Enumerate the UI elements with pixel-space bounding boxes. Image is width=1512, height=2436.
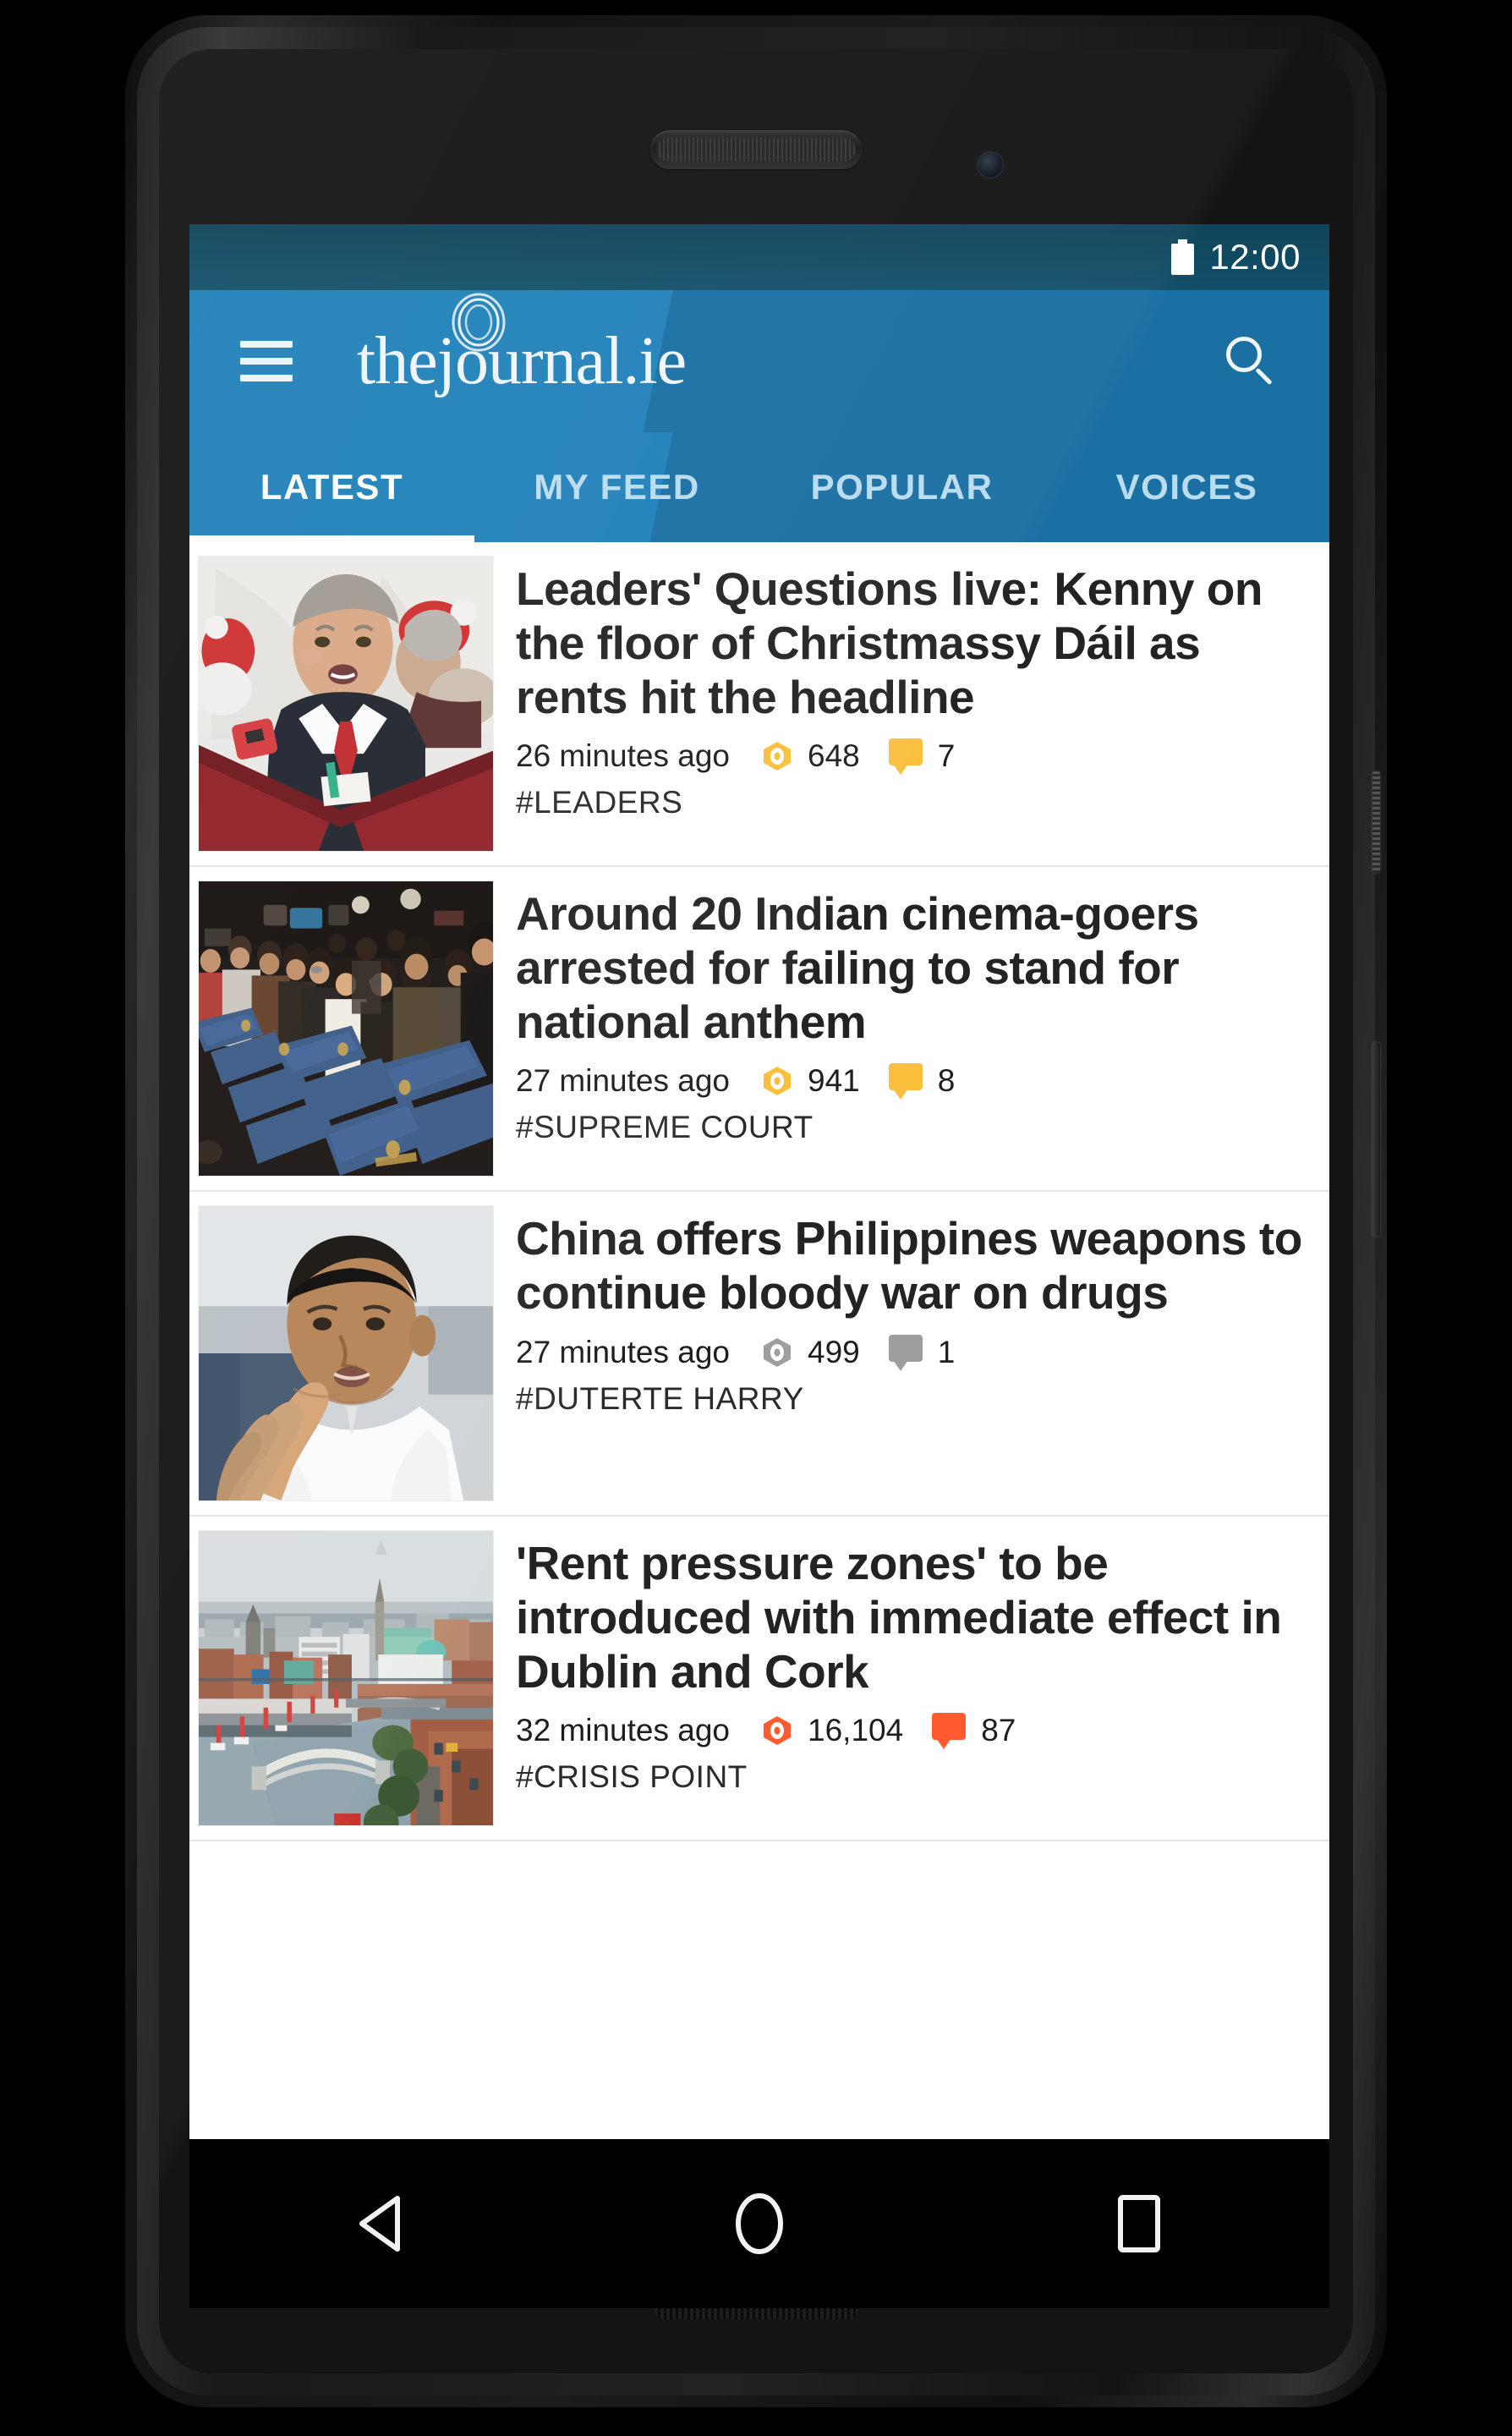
article-meta: 27 minutes ago 499 1: [516, 1334, 1304, 1371]
article-thumbnail: [198, 1205, 494, 1501]
article-views-group: 16,104: [759, 1712, 903, 1749]
article-comment-count: 8: [937, 1063, 956, 1099]
tab-bar: LATEST MY FEED POPULAR VOICES: [189, 432, 1329, 542]
eye-views-icon: [764, 1337, 792, 1367]
article-tag[interactable]: #DUTERTE HARRY: [516, 1381, 1304, 1417]
article-headline: 'Rent pressure zones' to be introduced w…: [516, 1537, 1282, 1698]
eye-views-icon: [764, 1067, 792, 1096]
article-tag[interactable]: #SUPREME COURT: [516, 1110, 1304, 1145]
article-content: Around 20 Indian cinema-goers arrested f…: [494, 881, 1329, 1190]
power-button[interactable]: [1372, 771, 1380, 873]
article-tag[interactable]: #LEADERS: [516, 785, 1304, 820]
tab-voices-label: VOICES: [1115, 467, 1258, 507]
eye-views-icon: [764, 742, 792, 771]
home-circle-icon: [735, 2193, 783, 2254]
nav-back-button[interactable]: [295, 2177, 464, 2270]
article-thumbnail: [198, 881, 494, 1177]
brand-logo-o-letter: o: [454, 323, 489, 398]
brand-logo-o-glyph: o: [452, 293, 506, 400]
battery-full-icon: [1171, 239, 1195, 275]
article-headline: Leaders' Questions live: Kenny on the fl…: [516, 562, 1263, 723]
article-meta: 26 minutes ago 648 7: [516, 738, 1304, 776]
article-comment-count: 87: [981, 1713, 1016, 1748]
article-views-group: 941: [759, 1062, 860, 1100]
cinema-audience-photo: [199, 881, 493, 1176]
article-content: 'Rent pressure zones' to be introduced w…: [494, 1530, 1329, 1840]
article-tag[interactable]: #CRISIS POINT: [516, 1759, 1304, 1795]
article-view-count: 16,104: [808, 1713, 904, 1748]
duterte-photo: [199, 1206, 493, 1501]
article-meta: 32 minutes ago 16,104 87: [516, 1712, 1304, 1750]
article-list-item[interactable]: Leaders' Questions live: Kenny on the fl…: [189, 542, 1329, 867]
earpiece-speaker: [650, 130, 862, 169]
article-comment-count: 1: [937, 1334, 956, 1369]
volume-button[interactable]: [1372, 1042, 1380, 1237]
article-meta: 27 minutes ago 941 8: [516, 1062, 1304, 1100]
nav-recents-button[interactable]: [1055, 2177, 1224, 2270]
article-comments-group: 8: [888, 1063, 956, 1100]
article-view-count: 648: [808, 738, 860, 774]
article-list-item[interactable]: Around 20 Indian cinema-goers arrested f…: [189, 867, 1329, 1192]
article-timestamp: 27 minutes ago: [516, 1063, 731, 1099]
tab-popular[interactable]: POPULAR: [759, 432, 1044, 542]
comment-bubble-icon: [888, 1334, 926, 1371]
article-list-item[interactable]: China offers Philippines weapons to cont…: [189, 1192, 1329, 1517]
brand-logo: thej o urnal.ie: [357, 293, 687, 400]
article-comments-group: 1: [888, 1334, 956, 1371]
recents-square-icon: [1118, 2195, 1161, 2252]
tab-latest[interactable]: LATEST: [189, 432, 474, 542]
article-list-item[interactable]: 'Rent pressure zones' to be introduced w…: [189, 1517, 1329, 1841]
article-views-group: 499: [759, 1334, 860, 1371]
enda-kenny-photo: [199, 557, 493, 851]
article-views-group: 648: [759, 738, 860, 775]
status-bar: 12:00: [189, 224, 1329, 290]
brand-logo-post: urnal.ie: [487, 323, 687, 398]
article-view-count: 499: [808, 1334, 860, 1369]
article-headline: Around 20 Indian cinema-goers arrested f…: [516, 887, 1199, 1048]
article-timestamp: 32 minutes ago: [516, 1713, 731, 1748]
tab-latest-label: LATEST: [260, 467, 404, 507]
article-content: China offers Philippines weapons to cont…: [494, 1205, 1329, 1515]
article-comments-group: 87: [932, 1713, 1016, 1750]
article-comments-group: 7: [888, 738, 956, 776]
phone-bezel: 12:00 thej o urnal.ie LATEST MY FEED POP…: [137, 27, 1380, 2395]
comment-bubble-icon: [888, 1063, 926, 1100]
tab-popular-label: POPULAR: [810, 467, 994, 507]
tab-my-feed[interactable]: MY FEED: [474, 432, 759, 542]
article-comment-count: 7: [937, 738, 956, 774]
search-icon[interactable]: [1224, 335, 1277, 387]
dublin-city-photo: [199, 1531, 493, 1825]
article-timestamp: 27 minutes ago: [516, 1334, 731, 1369]
front-camera-icon: [978, 152, 1003, 178]
status-clock: 12:00: [1209, 237, 1301, 277]
article-content: Leaders' Questions live: Kenny on the fl…: [494, 556, 1329, 865]
phone-glass-panel: 12:00 thej o urnal.ie LATEST MY FEED POP…: [159, 49, 1353, 2373]
back-triangle-icon: [359, 2196, 400, 2252]
tab-my-feed-label: MY FEED: [534, 467, 700, 507]
nav-home-button[interactable]: [675, 2177, 844, 2270]
article-view-count: 941: [808, 1063, 860, 1099]
brand-logo-pre: thej: [357, 323, 456, 398]
phone-screen: 12:00 thej o urnal.ie LATEST MY FEED POP…: [189, 224, 1329, 2139]
phone-device-frame: 12:00 thej o urnal.ie LATEST MY FEED POP…: [125, 15, 1387, 2407]
hamburger-menu-icon[interactable]: [240, 341, 293, 381]
comment-bubble-icon: [932, 1713, 969, 1750]
article-thumbnail: [198, 556, 494, 852]
article-feed-list: Leaders' Questions live: Kenny on the fl…: [189, 542, 1329, 1841]
tab-voices[interactable]: VOICES: [1044, 432, 1329, 542]
app-bar: thej o urnal.ie: [189, 290, 1329, 432]
comment-bubble-icon: [888, 738, 926, 776]
article-headline: China offers Philippines weapons to cont…: [516, 1212, 1302, 1319]
android-navigation-bar: [189, 2139, 1329, 2308]
article-timestamp: 26 minutes ago: [516, 738, 731, 774]
article-thumbnail: [198, 1530, 494, 1826]
eye-views-icon: [764, 1716, 792, 1746]
